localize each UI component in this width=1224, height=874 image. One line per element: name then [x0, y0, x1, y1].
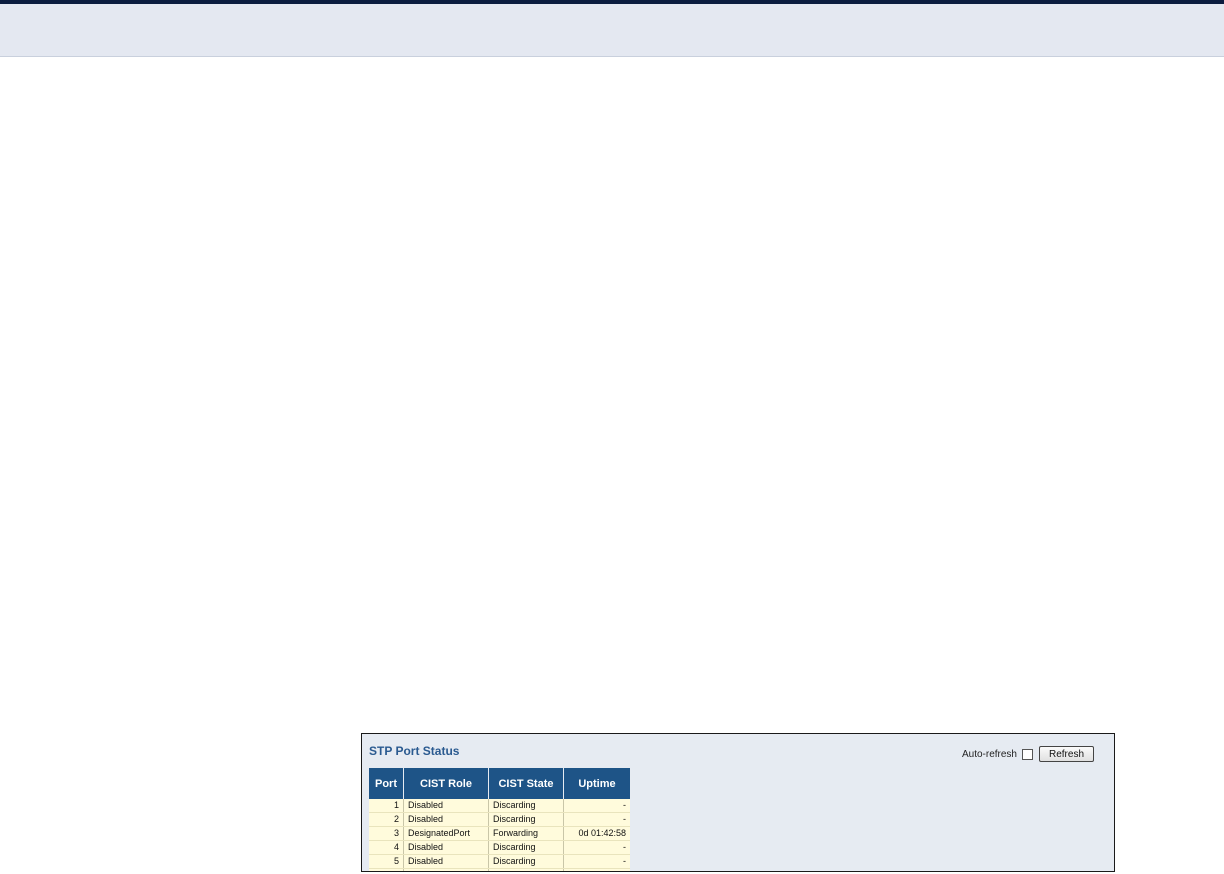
header-divider	[0, 56, 1224, 57]
cist-state-cell: Discarding	[488, 812, 564, 827]
cist-role-cell: Disabled	[403, 854, 489, 869]
cist-state-cell: Discarding	[488, 854, 564, 869]
page-title: STP Port Status	[369, 744, 460, 758]
stp-port-status-panel: STP Port Status Auto-refresh Refresh Por…	[361, 733, 1115, 872]
uptime-cell: -	[563, 854, 630, 869]
table-row: 6 Disabled Discarding -	[369, 868, 630, 871]
table-header-row: Port CIST Role CIST State Uptime	[369, 768, 630, 799]
cist-role-cell: Disabled	[403, 868, 489, 871]
table-row: 1 Disabled Discarding -	[369, 799, 630, 813]
column-header-cist-role: CIST Role	[403, 768, 489, 799]
column-header-uptime: Uptime	[563, 768, 630, 799]
cist-state-cell: Discarding	[488, 868, 564, 871]
column-header-cist-state: CIST State	[488, 768, 564, 799]
cist-state-cell: Discarding	[488, 840, 564, 855]
uptime-cell: -	[563, 840, 630, 855]
port-cell: 6	[369, 868, 404, 871]
cist-role-cell: Disabled	[403, 799, 489, 813]
port-cell: 2	[369, 812, 404, 827]
stp-port-table: Port CIST Role CIST State Uptime 1 Disab…	[369, 768, 630, 871]
table-row: 4 Disabled Discarding -	[369, 840, 630, 855]
auto-refresh-checkbox[interactable]	[1022, 748, 1033, 760]
column-header-port: Port	[369, 768, 404, 799]
uptime-cell: -	[563, 812, 630, 827]
cist-state-cell: Forwarding	[488, 826, 564, 841]
uptime-cell: -	[563, 868, 630, 871]
uptime-cell: 0d 01:42:58	[563, 826, 630, 841]
uptime-cell: -	[563, 799, 630, 813]
table-row: 5 Disabled Discarding -	[369, 854, 630, 869]
cist-state-cell: Discarding	[488, 799, 564, 813]
cist-role-cell: Disabled	[403, 812, 489, 827]
port-cell: 5	[369, 854, 404, 869]
cist-role-cell: Disabled	[403, 840, 489, 855]
refresh-controls: Auto-refresh Refresh	[962, 746, 1094, 762]
table-row: 3 DesignatedPort Forwarding 0d 01:42:58	[369, 826, 630, 841]
cist-role-cell: DesignatedPort	[403, 826, 489, 841]
refresh-button[interactable]: Refresh	[1039, 746, 1094, 762]
auto-refresh-label: Auto-refresh	[961, 748, 1017, 760]
table-row: 2 Disabled Discarding -	[369, 812, 630, 827]
port-cell: 1	[369, 799, 404, 813]
port-cell: 3	[369, 826, 404, 841]
document-header-band	[0, 0, 1224, 56]
port-cell: 4	[369, 840, 404, 855]
